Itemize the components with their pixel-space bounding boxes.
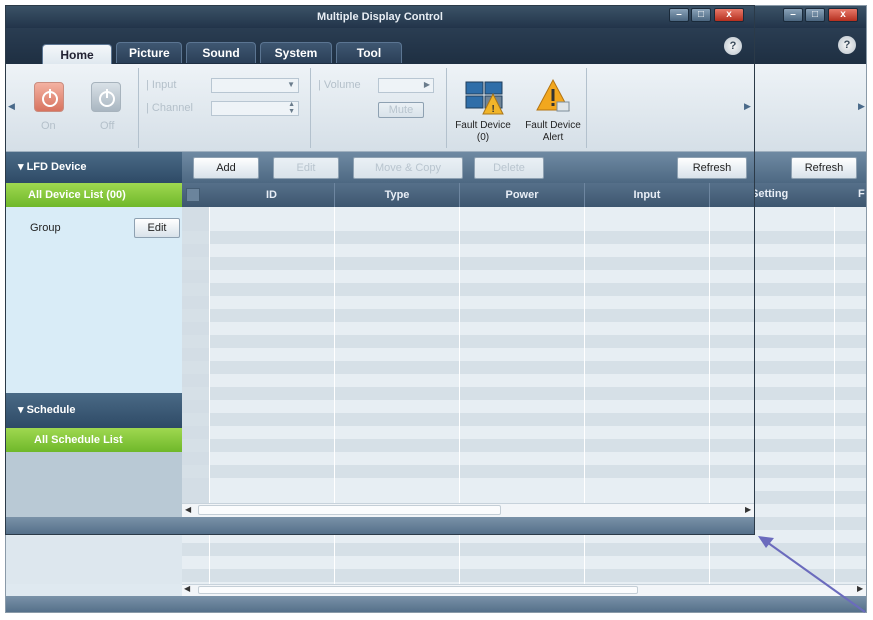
row-stripe: [182, 335, 754, 348]
row-stripe: [182, 413, 754, 426]
channel-stepper[interactable]: ▲ ▼: [211, 101, 299, 116]
all-device-list[interactable]: All Device List (00): [6, 183, 182, 207]
column-input[interactable]: Input: [584, 183, 709, 207]
column-type[interactable]: Type: [334, 183, 459, 207]
ribbon-divider: [310, 68, 311, 148]
close-button[interactable]: x: [714, 8, 744, 22]
ribbon-divider: [138, 68, 139, 148]
row-stripe: [182, 231, 754, 244]
svg-text:!: !: [492, 104, 495, 115]
device-toolbar: [182, 152, 754, 183]
row-stripe: [182, 283, 754, 296]
ribbon-scroll-left-icon[interactable]: ◀: [8, 101, 15, 112]
bg-ribbon-scroll-right-icon[interactable]: ▶: [858, 101, 865, 112]
input-select[interactable]: ▼: [211, 78, 299, 93]
power-off-label: Off: [100, 120, 115, 132]
mute-button[interactable]: Mute: [378, 102, 424, 118]
select-all-checkbox[interactable]: [186, 188, 200, 202]
dropdown-arrow-icon: ▼: [287, 80, 295, 89]
channel-label: | Channel: [146, 102, 193, 114]
edit-button[interactable]: Edit: [273, 157, 339, 179]
bg-column-f[interactable]: F: [858, 188, 865, 200]
add-button[interactable]: Add: [193, 157, 259, 179]
ribbon-divider: [446, 68, 447, 148]
power-on-button[interactable]: [34, 82, 64, 112]
input-label: | Input: [146, 79, 177, 91]
bg-col-divider: [834, 207, 835, 584]
fault-device-button[interactable]: !: [465, 80, 505, 116]
bg-column-setting[interactable]: Setting: [751, 188, 788, 200]
tab-home[interactable]: Home: [42, 44, 112, 64]
refresh-button[interactable]: Refresh: [677, 157, 747, 179]
fault-device-icon: !: [465, 81, 504, 115]
volume-slider[interactable]: ▶: [378, 78, 434, 93]
bg-help-icon[interactable]: ?: [838, 36, 856, 54]
row-stripe: [182, 439, 754, 452]
bg-refresh-button[interactable]: Refresh: [791, 157, 857, 179]
volume-label: | Volume: [318, 79, 361, 91]
bg-maximize-button[interactable]: □: [805, 8, 825, 22]
lfd-device-header[interactable]: ▾ LFD Device: [6, 152, 182, 183]
fault-alert-label: Fault Device Alert: [525, 120, 581, 143]
schedule-panel: [6, 452, 182, 518]
fault-alert-button[interactable]: [535, 78, 571, 114]
main-window: Multiple Display Control – □ x Home Pict…: [5, 5, 755, 535]
schedule-header[interactable]: ▾ Schedule: [6, 393, 182, 428]
row-stripe: [182, 257, 754, 270]
col-divider: [459, 207, 460, 503]
row-stripe: [182, 465, 754, 478]
bg-close-button[interactable]: x: [828, 8, 858, 22]
tab-sound[interactable]: Sound: [186, 42, 256, 63]
status-bar: [6, 517, 754, 534]
group-edit-button[interactable]: Edit: [134, 218, 180, 238]
col-divider: [209, 207, 210, 503]
power-off-button[interactable]: [91, 82, 121, 112]
all-schedule-list[interactable]: All Schedule List: [6, 428, 182, 452]
maximize-button[interactable]: □: [691, 8, 711, 22]
window-title: Multiple Display Control: [6, 6, 754, 28]
bg-minimize-button[interactable]: –: [783, 8, 803, 22]
delete-button[interactable]: Delete: [474, 157, 544, 179]
scroll-left-icon[interactable]: ◀: [185, 505, 191, 514]
group-label: Group: [30, 222, 61, 234]
collapse-icon: ▾: [18, 404, 27, 416]
volume-arrow-icon: ▶: [423, 80, 430, 89]
move-copy-button[interactable]: Move & Copy: [353, 157, 463, 179]
resize-arrow-icon: [758, 536, 866, 613]
scroll-right-icon[interactable]: ▶: [745, 505, 751, 514]
warning-icon: [536, 78, 570, 112]
row-stripe: [182, 387, 754, 400]
row-stripe: [182, 361, 754, 374]
tab-system[interactable]: System: [260, 42, 332, 63]
power-on-icon: [42, 89, 58, 107]
column-divider: [709, 183, 754, 207]
power-off-icon: [99, 89, 115, 107]
help-icon[interactable]: ?: [724, 37, 742, 55]
scroll-thumb[interactable]: [198, 505, 501, 515]
stepper-arrows-icon: ▲ ▼: [288, 101, 295, 115]
device-grid: [182, 207, 754, 503]
minimize-button[interactable]: –: [669, 8, 689, 22]
col-divider: [334, 207, 335, 503]
fault-device-label: Fault Device (0): [455, 120, 511, 143]
row-selector-column: [182, 207, 209, 503]
column-power[interactable]: Power: [459, 183, 584, 207]
bg-status-bar: [6, 596, 866, 612]
ribbon-scroll-right-icon[interactable]: ▶: [744, 101, 751, 112]
power-on-label: On: [41, 120, 56, 132]
tab-picture[interactable]: Picture: [116, 42, 182, 63]
tab-tool[interactable]: Tool: [336, 42, 402, 63]
row-stripe: [182, 309, 754, 322]
col-divider: [584, 207, 585, 503]
bg-sidebar-bottom: [6, 536, 182, 584]
col-divider: [709, 207, 710, 503]
collapse-icon: ▾: [18, 161, 27, 173]
bg-scroll-left-icon[interactable]: ◀: [184, 584, 190, 593]
bg-scroll-thumb[interactable]: [198, 586, 638, 594]
ribbon-divider: [586, 68, 587, 148]
column-id[interactable]: ID: [209, 183, 334, 207]
